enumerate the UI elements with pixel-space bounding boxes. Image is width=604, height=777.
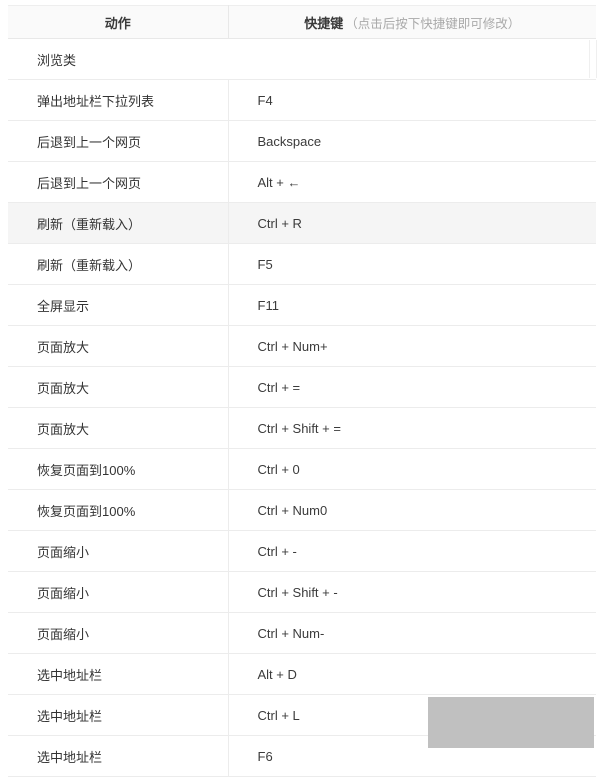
action-cell: 刷新（重新载入） [8,243,229,285]
shortcut-table: 动作 快捷键 （点击后按下快捷键即可修改） 浏览类 弹出地址栏下拉列表 F4 后退到上一… [8,5,596,777]
group-label: 浏览类 [8,38,596,80]
action-cell: 页面缩小 [8,612,229,654]
table-row[interactable]: 页面缩小 Ctrl + Shift + - [8,571,596,613]
action-cell: 恢复页面到100% [8,489,229,531]
column-header-shortcut-inner: 快捷键 （点击后按下快捷键即可修改） [304,13,520,32]
action-cell: 页面缩小 [8,571,229,613]
header-row: 动作 快捷键 （点击后按下快捷键即可修改） [8,5,596,39]
table-row[interactable]: 页面放大 Ctrl + Num+ [8,325,596,367]
column-header-shortcut-note: （点击后按下快捷键即可修改） [345,16,521,31]
scrollbar-thumb[interactable] [589,40,597,78]
table-row[interactable]: 恢复页面到100% Ctrl + Num0 [8,489,596,531]
table-row[interactable]: 恢复页面到100% Ctrl + 0 [8,448,596,490]
shortcut-cell[interactable]: Ctrl + Shift + - [228,571,596,613]
shortcut-cell[interactable]: Ctrl + R [228,202,596,244]
action-cell: 页面缩小 [8,530,229,572]
shortcut-cell[interactable]: Backspace [228,120,596,162]
table-body: 浏览类 弹出地址栏下拉列表 F4 后退到上一个网页 Backspace 后退到上一个网页 A… [8,38,596,777]
shortcut-cell[interactable]: Alt + D [228,653,596,695]
shortcut-cell[interactable]: Ctrl + - [228,530,596,572]
table-row[interactable]: 页面放大 Ctrl + Shift + = [8,407,596,449]
shortcut-cell[interactable]: Ctrl + Shift + = [228,407,596,449]
action-cell: 页面放大 [8,407,229,449]
table-group-row: 浏览类 [8,38,596,80]
action-cell: 选中地址栏 [8,735,229,777]
table-row[interactable]: 页面缩小 Ctrl + Num- [8,612,596,654]
shortcut-cell[interactable]: Alt + ← [228,161,596,203]
table-row[interactable]: 后退到上一个网页 Alt + ← [8,161,596,203]
table-row[interactable]: 全屏显示 F11 [8,284,596,326]
table-header: 动作 快捷键 （点击后按下快捷键即可修改） [8,5,596,39]
action-cell: 选中地址栏 [8,653,229,695]
action-cell: 选中地址栏 [8,694,229,736]
table-row[interactable]: 页面缩小 Ctrl + - [8,530,596,572]
table-row[interactable]: 页面放大 Ctrl + = [8,366,596,408]
shortcut-cell[interactable]: Ctrl + Num- [228,612,596,654]
gray-overlay-box [428,697,594,748]
action-cell: 刷新（重新载入） [8,202,229,244]
column-header-shortcut: 快捷键 （点击后按下快捷键即可修改） [228,5,596,39]
shortcut-cell[interactable]: F11 [228,284,596,326]
shortcut-table-container: 动作 快捷键 （点击后按下快捷键即可修改） 浏览类 弹出地址栏下拉列表 F4 后退到上一… [8,5,596,777]
action-cell: 弹出地址栏下拉列表 [8,79,229,121]
column-header-action: 动作 [8,5,229,39]
shortcut-cell[interactable]: Ctrl + = [228,366,596,408]
column-header-shortcut-label: 快捷键 [304,15,344,31]
action-cell: 恢复页面到100% [8,448,229,490]
shortcut-cell[interactable]: Ctrl + Num0 [228,489,596,531]
shortcut-cell[interactable]: F4 [228,79,596,121]
table-row[interactable]: 选中地址栏 Alt + D [8,653,596,695]
table-row[interactable]: 刷新（重新载入） Ctrl + R [8,202,596,244]
shortcut-cell[interactable]: Ctrl + Num+ [228,325,596,367]
action-cell: 后退到上一个网页 [8,120,229,162]
action-cell: 全屏显示 [8,284,229,326]
table-row[interactable]: 后退到上一个网页 Backspace [8,120,596,162]
action-cell: 后退到上一个网页 [8,161,229,203]
action-cell: 页面放大 [8,366,229,408]
shortcut-cell[interactable]: F5 [228,243,596,285]
shortcut-settings-page: 动作 快捷键 （点击后按下快捷键即可修改） 浏览类 弹出地址栏下拉列表 F4 后退到上一… [0,0,604,777]
action-cell: 页面放大 [8,325,229,367]
shortcut-cell[interactable]: Ctrl + 0 [228,448,596,490]
table-row[interactable]: 弹出地址栏下拉列表 F4 [8,79,596,121]
table-row[interactable]: 刷新（重新载入） F5 [8,243,596,285]
